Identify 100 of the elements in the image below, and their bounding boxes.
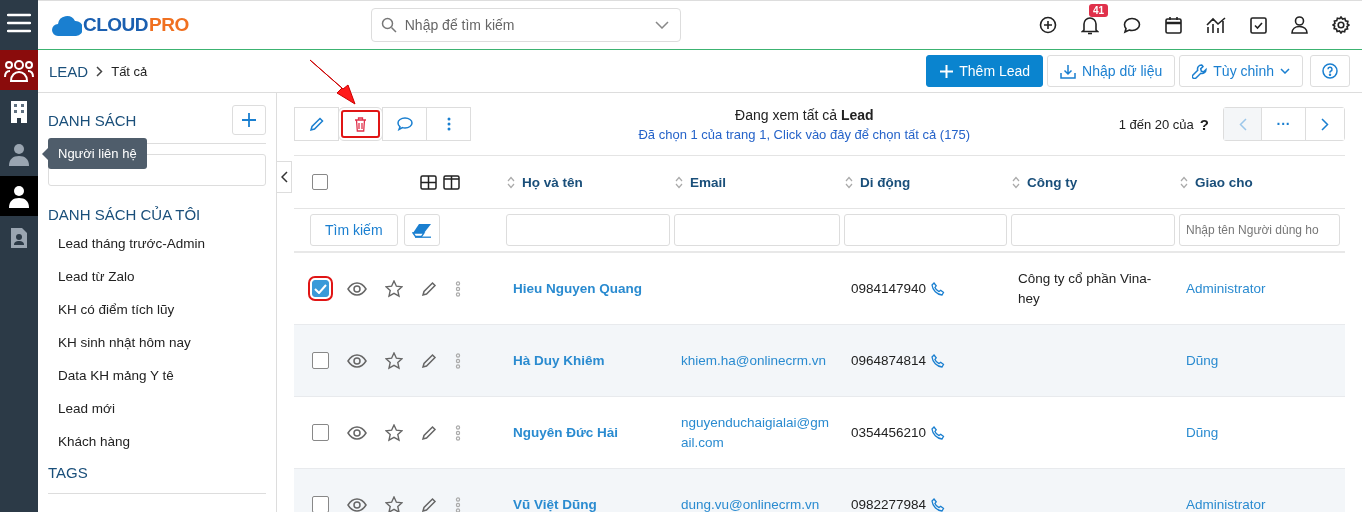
phone-icon[interactable] [931, 497, 946, 512]
collapse-button[interactable] [277, 161, 292, 193]
search-field[interactable]: Nhập để tìm kiếm [370, 8, 681, 42]
eraser-icon [411, 222, 432, 238]
tooltip: Người liên hệ [48, 138, 147, 169]
task-icon[interactable] [1250, 16, 1267, 34]
lead-name-link[interactable]: Hà Duy Khiêm [513, 353, 605, 368]
page-range: 1 đến 20 của [1118, 116, 1194, 132]
column-filter-field[interactable] [844, 214, 1007, 246]
company-name: Công ty cổ phần Vina-hey [1018, 269, 1153, 308]
email-link[interactable]: khiem.ha@onlinecrm.vn [681, 350, 826, 371]
column-filter-field[interactable] [506, 214, 670, 246]
row-checkbox[interactable] [312, 496, 329, 512]
list-item[interactable]: Khách hàng [48, 425, 266, 458]
column-header[interactable]: Di động [860, 174, 911, 190]
assignee-link[interactable]: Administrator [1186, 281, 1266, 296]
phone-number: 0354456210 [851, 425, 927, 440]
plus-icon [242, 113, 256, 127]
view-icon[interactable] [347, 425, 367, 440]
help-icon [1322, 63, 1338, 79]
email-link[interactable]: dung.vu@onlinecrm.vn [681, 494, 820, 512]
columns-icon[interactable] [443, 174, 460, 190]
chevron-down-icon[interactable] [654, 21, 669, 29]
chevron-right-icon [96, 65, 104, 77]
caret-icon [1280, 68, 1290, 74]
phone-icon[interactable] [931, 281, 946, 296]
column-header[interactable]: Giao cho [1195, 174, 1253, 190]
select-all-link[interactable]: Đã chọn 1 của trang 1, Click vào đây để chọn tất cả (175) [638, 126, 971, 142]
tags-title: TAGS [48, 458, 266, 494]
search-icon [380, 17, 397, 33]
viewing-label: Đang xem tất cả Lead [735, 106, 874, 123]
notification-badge: 41 [1089, 3, 1109, 17]
assignee-filter-field[interactable]: Nhập tên Người dùng ho [1179, 214, 1340, 246]
column-filter-field[interactable] [674, 214, 840, 246]
edit-icon[interactable] [421, 496, 437, 512]
edit-button[interactable] [294, 107, 339, 141]
row-checkbox[interactable] [312, 352, 329, 369]
people-icon[interactable] [0, 50, 38, 90]
view-icon[interactable] [347, 497, 367, 512]
phone-icon[interactable] [931, 425, 946, 440]
clear-filter-button[interactable] [403, 214, 440, 246]
lead-name-link[interactable]: Hieu Nguyen Quang [513, 281, 642, 296]
assignee-link[interactable]: Administrator [1186, 497, 1266, 512]
phone-number: 0984147940 [851, 281, 927, 296]
assignee-link[interactable]: Dũng [1186, 425, 1219, 440]
my-lists-title: DANH SÁCH CỦA TÔI [48, 206, 202, 223]
import-button[interactable]: Nhập dữ liệu [1047, 55, 1176, 87]
star-icon[interactable] [385, 423, 403, 442]
star-icon[interactable] [385, 495, 403, 512]
star-icon[interactable] [385, 351, 403, 370]
bell-icon[interactable] [1081, 15, 1099, 35]
list-section-title: DANH SÁCH [48, 111, 137, 129]
view-icon[interactable] [347, 281, 367, 296]
person-icon[interactable] [0, 176, 38, 216]
column-header[interactable]: Email [690, 174, 727, 190]
column-header[interactable]: Họ và tên [522, 174, 583, 190]
chevron-left-icon [280, 171, 288, 183]
add-list-button[interactable] [232, 105, 266, 135]
wrench-icon [1192, 63, 1208, 79]
edit-icon[interactable] [421, 280, 437, 297]
list-item[interactable]: KH có điểm tích lũy [48, 293, 266, 326]
add-circle-icon[interactable] [1039, 16, 1057, 34]
lead-name-link[interactable]: Nguyên Đức Hải [513, 425, 619, 440]
edit-icon[interactable] [421, 352, 437, 369]
list-item[interactable]: Lead từ Zalo [48, 260, 266, 293]
chart-icon[interactable] [1206, 16, 1226, 34]
more-icon [446, 117, 451, 131]
list-item[interactable]: Lead mới [48, 392, 266, 425]
grid-icon[interactable] [420, 174, 437, 190]
view-icon[interactable] [347, 353, 367, 368]
add-lead-button[interactable]: Thêm Lead [926, 55, 1044, 87]
assignee-link[interactable]: Dũng [1186, 353, 1219, 368]
list-item[interactable]: Lead tháng trước-Admin [48, 227, 266, 260]
delete-button[interactable] [338, 107, 383, 141]
select-all-checkbox[interactable] [312, 174, 328, 190]
edit-icon[interactable] [421, 424, 437, 441]
settings-icon[interactable] [1332, 16, 1350, 34]
email-link[interactable]: nguyenduchaigialai@gmail.com [681, 412, 830, 453]
logo[interactable]: CLOUDPRO [52, 14, 189, 36]
phone-icon[interactable] [931, 353, 946, 368]
chevron-left-icon [1238, 117, 1247, 131]
list-item[interactable]: Data KH mảng Y tê [48, 359, 266, 392]
speech-bubble-icon [396, 117, 413, 131]
breadcrumb-module[interactable]: LEAD [49, 62, 89, 80]
chat-icon[interactable] [1123, 16, 1141, 34]
column-header[interactable]: Công ty [1027, 174, 1078, 190]
total-unknown[interactable]: ? [1199, 115, 1209, 133]
lead-name-link[interactable]: Vũ Việt Dũng [513, 497, 597, 512]
help-button[interactable] [1310, 55, 1350, 87]
download-icon [1060, 63, 1077, 79]
calendar-icon[interactable] [1165, 16, 1182, 34]
list-item[interactable]: KH sinh nhật hôm nay [48, 326, 266, 359]
pencil-icon [309, 116, 324, 132]
column-filter-field[interactable] [1011, 214, 1175, 246]
customize-button[interactable]: Tùy chỉnh [1179, 55, 1303, 87]
row-checkbox[interactable] [312, 424, 329, 441]
search-button[interactable]: Tìm kiếm [310, 214, 398, 246]
comment-button[interactable] [382, 107, 427, 141]
star-icon[interactable] [385, 279, 403, 298]
user-icon[interactable] [1291, 16, 1308, 34]
